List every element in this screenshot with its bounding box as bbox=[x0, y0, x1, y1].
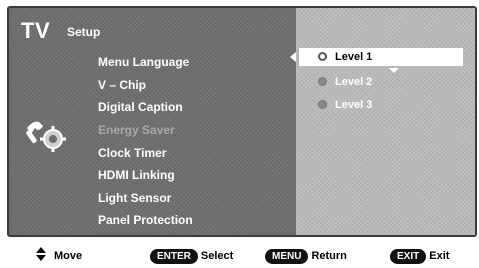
tv-setup-osd: TV Setup Menu Language V – Chip Digital … bbox=[7, 6, 477, 237]
setup-gear-icon bbox=[26, 121, 66, 152]
select-hint: ENTER Select bbox=[150, 249, 233, 264]
setup-title: Setup bbox=[67, 25, 101, 39]
move-label: Move bbox=[54, 249, 83, 262]
radio-icon bbox=[318, 76, 327, 86]
menu-item-menu-language[interactable]: Menu Language bbox=[98, 55, 189, 69]
enter-key[interactable]: ENTER bbox=[150, 249, 198, 264]
menu-item-clock-timer[interactable]: Clock Timer bbox=[98, 146, 166, 160]
menu-key[interactable]: MENU bbox=[265, 249, 309, 264]
menu-item-digital-caption[interactable]: Digital Caption bbox=[98, 100, 183, 114]
menu-item-light-sensor[interactable]: Light Sensor bbox=[98, 191, 171, 205]
option-level-2[interactable]: Level 2 bbox=[318, 76, 372, 88]
exit-hint: EXIT Exit bbox=[390, 249, 449, 264]
option-label: Level 3 bbox=[335, 99, 373, 111]
option-label: Level 2 bbox=[335, 76, 373, 88]
option-label: Level 1 bbox=[335, 51, 373, 63]
menu-item-v-chip[interactable]: V – Chip bbox=[98, 78, 146, 92]
submenu-panel bbox=[296, 8, 475, 235]
radio-selected-icon bbox=[318, 51, 327, 61]
option-level-1[interactable]: Level 1 bbox=[318, 51, 372, 63]
move-hint: Move bbox=[36, 247, 83, 263]
left-arrow-icon[interactable] bbox=[290, 52, 296, 62]
menu-item-energy-saver: Energy Saver bbox=[98, 123, 175, 137]
footer-hints: Move ENTER Select MENU Return EXIT Exit bbox=[0, 240, 479, 268]
return-hint: MENU Return bbox=[265, 249, 347, 264]
exit-key[interactable]: EXIT bbox=[390, 249, 427, 264]
return-label: Return bbox=[311, 250, 347, 262]
up-down-arrow-icon bbox=[36, 247, 46, 261]
select-label: Select bbox=[200, 250, 234, 262]
down-arrow-icon[interactable] bbox=[389, 68, 399, 73]
radio-icon bbox=[318, 99, 327, 109]
menu-item-panel-protection[interactable]: Panel Protection bbox=[98, 213, 193, 227]
option-level-3[interactable]: Level 3 bbox=[318, 99, 372, 111]
menu-item-hdmi-linking[interactable]: HDMI Linking bbox=[98, 168, 175, 182]
tv-title: TV bbox=[21, 18, 51, 43]
exit-label: Exit bbox=[429, 250, 450, 262]
